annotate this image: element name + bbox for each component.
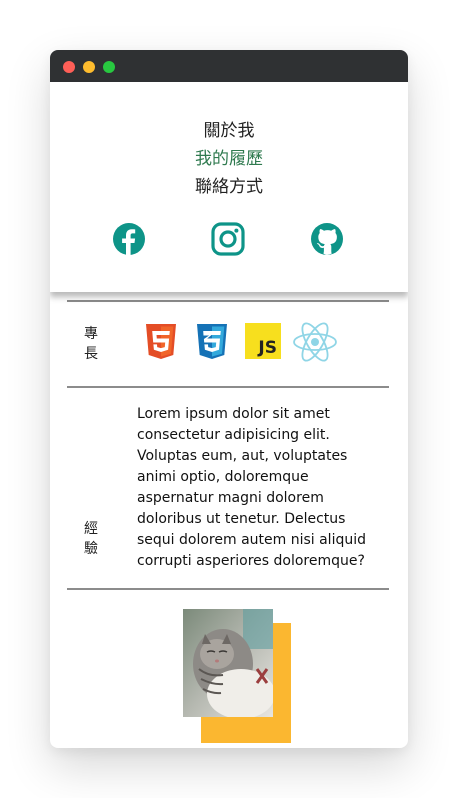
css3-icon xyxy=(197,324,227,359)
skills-label: 專長 xyxy=(84,326,98,362)
divider xyxy=(67,386,389,388)
title-bar xyxy=(50,50,408,82)
close-window-button[interactable] xyxy=(63,61,75,73)
github-icon[interactable] xyxy=(310,222,344,256)
site-header: 關於我 我的履歷 聯絡方式 xyxy=(50,82,408,292)
resume-content: 專長 JS 經驗 Lorem ipsum dolor sit amet cons… xyxy=(50,292,408,748)
javascript-icon: JS xyxy=(245,323,281,359)
experience-text: Lorem ipsum dolor sit amet consectetur a… xyxy=(137,406,366,569)
divider xyxy=(67,300,389,302)
nav-contact[interactable]: 聯絡方式 xyxy=(50,173,408,201)
social-links xyxy=(50,222,408,256)
javascript-label: JS xyxy=(258,338,277,358)
react-icon xyxy=(293,322,337,362)
experience-label: 經驗 xyxy=(84,521,98,557)
browser-window: 關於我 我的履歷 聯絡方式 專長 JS 經驗 Lorem ipsum dolor… xyxy=(50,50,408,748)
instagram-icon[interactable] xyxy=(211,222,245,256)
main-nav: 關於我 我的履歷 聯絡方式 xyxy=(50,117,408,201)
nav-about[interactable]: 關於我 xyxy=(50,117,408,145)
maximize-window-button[interactable] xyxy=(103,61,115,73)
minimize-window-button[interactable] xyxy=(83,61,95,73)
profile-photo-block xyxy=(183,609,293,743)
facebook-icon[interactable] xyxy=(112,222,146,256)
cat-photo xyxy=(183,609,273,717)
nav-resume[interactable]: 我的履歷 xyxy=(50,145,408,173)
html5-icon xyxy=(146,324,176,359)
divider xyxy=(67,588,389,590)
